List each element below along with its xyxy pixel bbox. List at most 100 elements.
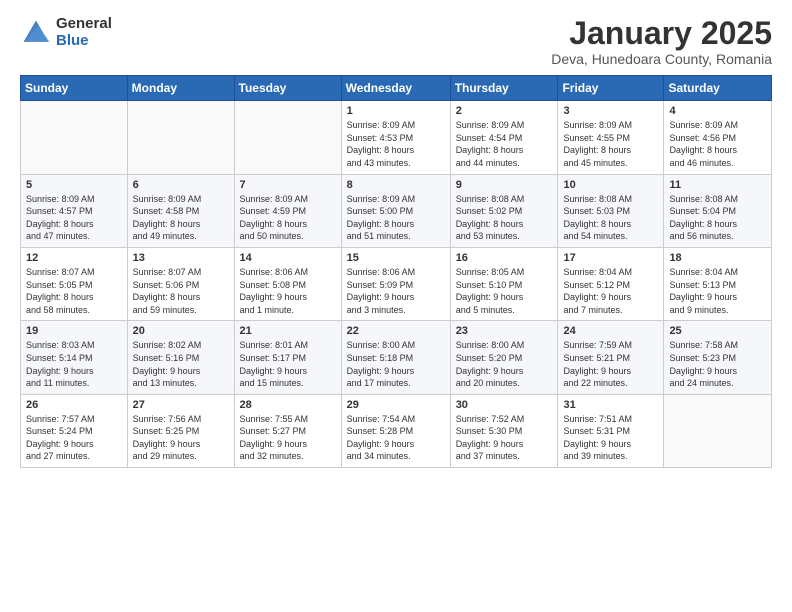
col-wednesday: Wednesday (341, 76, 450, 101)
day-info: Sunrise: 8:06 AM Sunset: 5:09 PM Dayligh… (347, 266, 445, 316)
table-row: 22 Sunrise: 8:00 AM Sunset: 5:18 PM Dayli… (341, 321, 450, 394)
calendar-header-row: Sunday Monday Tuesday Wednesday Thursday… (21, 76, 772, 101)
day-info: Sunrise: 7:51 AM Sunset: 5:31 PM Dayligh… (563, 413, 658, 463)
day-number: 28 (240, 399, 336, 411)
day-info: Sunrise: 7:52 AM Sunset: 5:30 PM Dayligh… (456, 413, 553, 463)
day-number: 17 (563, 252, 658, 264)
day-number: 3 (563, 105, 658, 117)
day-number: 16 (456, 252, 553, 264)
logo-blue-label: Blue (56, 33, 112, 50)
day-info: Sunrise: 7:57 AM Sunset: 5:24 PM Dayligh… (26, 413, 122, 463)
table-row: 28 Sunrise: 7:55 AM Sunset: 5:27 PM Dayli… (234, 394, 341, 467)
day-info: Sunrise: 8:04 AM Sunset: 5:12 PM Dayligh… (563, 266, 658, 316)
page: General Blue January 2025 Deva, Hunedoar… (0, 0, 792, 612)
day-number: 22 (347, 325, 445, 337)
day-info: Sunrise: 7:56 AM Sunset: 5:25 PM Dayligh… (133, 413, 229, 463)
col-sunday: Sunday (21, 76, 128, 101)
table-row: 2Sunrise: 8:09 AM Sunset: 4:54 PM Daylig… (450, 101, 558, 174)
location-subtitle: Deva, Hunedoara County, Romania (551, 51, 772, 67)
day-info: Sunrise: 8:09 AM Sunset: 4:55 PM Dayligh… (563, 119, 658, 169)
col-thursday: Thursday (450, 76, 558, 101)
table-row: 16 Sunrise: 8:05 AM Sunset: 5:10 PM Dayli… (450, 247, 558, 320)
day-number: 31 (563, 399, 658, 411)
table-row: 13Sunrise: 8:07 AM Sunset: 5:06 PM Dayli… (127, 247, 234, 320)
table-row: 8 Sunrise: 8:09 AM Sunset: 5:00 PM Daylig… (341, 174, 450, 247)
table-row: 29Sunrise: 7:54 AM Sunset: 5:28 PM Dayli… (341, 394, 450, 467)
col-monday: Monday (127, 76, 234, 101)
day-info: Sunrise: 8:08 AM Sunset: 5:02 PM Dayligh… (456, 193, 553, 243)
day-info: Sunrise: 8:06 AM Sunset: 5:08 PM Dayligh… (240, 266, 336, 316)
table-row: 15 Sunrise: 8:06 AM Sunset: 5:09 PM Dayli… (341, 247, 450, 320)
calendar-week-row: 26 Sunrise: 7:57 AM Sunset: 5:24 PM Dayli… (21, 394, 772, 467)
day-info: Sunrise: 8:00 AM Sunset: 5:18 PM Dayligh… (347, 339, 445, 389)
table-row: 19Sunrise: 8:03 AM Sunset: 5:14 PM Dayli… (21, 321, 128, 394)
table-row: 3 Sunrise: 8:09 AM Sunset: 4:55 PM Daylig… (558, 101, 664, 174)
day-info: Sunrise: 8:00 AM Sunset: 5:20 PM Dayligh… (456, 339, 553, 389)
day-number: 7 (240, 179, 336, 191)
table-row: 30 Sunrise: 7:52 AM Sunset: 5:30 PM Dayli… (450, 394, 558, 467)
day-number: 4 (669, 105, 766, 117)
calendar-week-row: 19Sunrise: 8:03 AM Sunset: 5:14 PM Dayli… (21, 321, 772, 394)
day-info: Sunrise: 8:07 AM Sunset: 5:05 PM Dayligh… (26, 266, 122, 316)
day-number: 26 (26, 399, 122, 411)
day-number: 11 (669, 179, 766, 191)
table-row: 14 Sunrise: 8:06 AM Sunset: 5:08 PM Dayli… (234, 247, 341, 320)
day-info: Sunrise: 8:09 AM Sunset: 5:00 PM Dayligh… (347, 193, 445, 243)
day-number: 23 (456, 325, 553, 337)
day-info: Sunrise: 8:08 AM Sunset: 5:04 PM Dayligh… (669, 193, 766, 243)
logo: General Blue (20, 16, 112, 49)
table-row: 20 Sunrise: 8:02 AM Sunset: 5:16 PM Dayli… (127, 321, 234, 394)
day-number: 29 (347, 399, 445, 411)
table-row: 12Sunrise: 8:07 AM Sunset: 5:05 PM Dayli… (21, 247, 128, 320)
table-row: 4 Sunrise: 8:09 AM Sunset: 4:56 PM Daylig… (664, 101, 772, 174)
table-row: 26 Sunrise: 7:57 AM Sunset: 5:24 PM Dayli… (21, 394, 128, 467)
day-info: Sunrise: 8:09 AM Sunset: 4:58 PM Dayligh… (133, 193, 229, 243)
table-row: 25Sunrise: 7:58 AM Sunset: 5:23 PM Dayli… (664, 321, 772, 394)
calendar-table: Sunday Monday Tuesday Wednesday Thursday… (20, 75, 772, 468)
day-number: 25 (669, 325, 766, 337)
table-row (234, 101, 341, 174)
day-number: 8 (347, 179, 445, 191)
table-row: 18Sunrise: 8:04 AM Sunset: 5:13 PM Dayli… (664, 247, 772, 320)
day-info: Sunrise: 8:01 AM Sunset: 5:17 PM Dayligh… (240, 339, 336, 389)
day-number: 14 (240, 252, 336, 264)
table-row: 7 Sunrise: 8:09 AM Sunset: 4:59 PM Daylig… (234, 174, 341, 247)
table-row: 1 Sunrise: 8:09 AM Sunset: 4:53 PM Daylig… (341, 101, 450, 174)
day-number: 9 (456, 179, 553, 191)
table-row: 11 Sunrise: 8:08 AM Sunset: 5:04 PM Dayli… (664, 174, 772, 247)
table-row: 31 Sunrise: 7:51 AM Sunset: 5:31 PM Dayli… (558, 394, 664, 467)
day-info: Sunrise: 8:02 AM Sunset: 5:16 PM Dayligh… (133, 339, 229, 389)
day-info: Sunrise: 8:09 AM Sunset: 4:59 PM Dayligh… (240, 193, 336, 243)
day-info: Sunrise: 8:09 AM Sunset: 4:56 PM Dayligh… (669, 119, 766, 169)
logo-text: General Blue (56, 16, 112, 49)
day-number: 20 (133, 325, 229, 337)
day-info: Sunrise: 8:09 AM Sunset: 4:53 PM Dayligh… (347, 119, 445, 169)
day-number: 30 (456, 399, 553, 411)
col-friday: Friday (558, 76, 664, 101)
day-number: 1 (347, 105, 445, 117)
table-row: 10Sunrise: 8:08 AM Sunset: 5:03 PM Dayli… (558, 174, 664, 247)
calendar-week-row: 5 Sunrise: 8:09 AM Sunset: 4:57 PM Daylig… (21, 174, 772, 247)
day-number: 5 (26, 179, 122, 191)
table-row (21, 101, 128, 174)
table-row: 21Sunrise: 8:01 AM Sunset: 5:17 PM Dayli… (234, 321, 341, 394)
day-number: 6 (133, 179, 229, 191)
table-row (127, 101, 234, 174)
col-tuesday: Tuesday (234, 76, 341, 101)
table-row: 6 Sunrise: 8:09 AM Sunset: 4:58 PM Daylig… (127, 174, 234, 247)
day-info: Sunrise: 8:08 AM Sunset: 5:03 PM Dayligh… (563, 193, 658, 243)
day-info: Sunrise: 8:07 AM Sunset: 5:06 PM Dayligh… (133, 266, 229, 316)
logo-icon (20, 17, 52, 49)
day-number: 27 (133, 399, 229, 411)
table-row: 23 Sunrise: 8:00 AM Sunset: 5:20 PM Dayli… (450, 321, 558, 394)
calendar-week-row: 1 Sunrise: 8:09 AM Sunset: 4:53 PM Daylig… (21, 101, 772, 174)
header: General Blue January 2025 Deva, Hunedoar… (20, 16, 772, 67)
col-saturday: Saturday (664, 76, 772, 101)
table-row: 5 Sunrise: 8:09 AM Sunset: 4:57 PM Daylig… (21, 174, 128, 247)
day-number: 15 (347, 252, 445, 264)
day-info: Sunrise: 8:05 AM Sunset: 5:10 PM Dayligh… (456, 266, 553, 316)
day-info: Sunrise: 7:55 AM Sunset: 5:27 PM Dayligh… (240, 413, 336, 463)
day-info: Sunrise: 8:09 AM Sunset: 4:57 PM Dayligh… (26, 193, 122, 243)
day-info: Sunrise: 7:59 AM Sunset: 5:21 PM Dayligh… (563, 339, 658, 389)
day-info: Sunrise: 8:03 AM Sunset: 5:14 PM Dayligh… (26, 339, 122, 389)
